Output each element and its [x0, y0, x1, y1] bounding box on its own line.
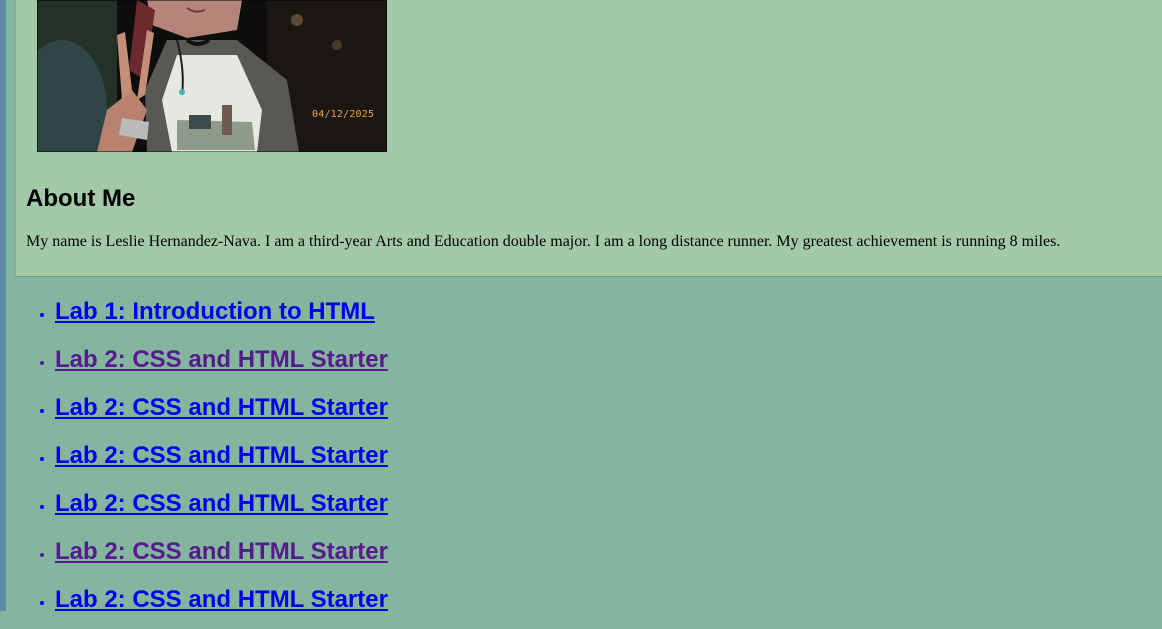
profile-photo-image — [37, 0, 387, 152]
lab-link[interactable]: Lab 2: CSS and HTML Starter — [55, 586, 388, 613]
lab-link[interactable]: Lab 2: CSS and HTML Starter — [55, 346, 388, 373]
lab-list-item: Lab 2: CSS and HTML Starter — [55, 382, 388, 430]
labs-list: Lab 1: Introduction to HTML Lab 2: CSS a… — [0, 286, 388, 622]
lab-list-item: Lab 2: CSS and HTML Starter — [55, 574, 388, 622]
lab-link[interactable]: Lab 2: CSS and HTML Starter — [55, 442, 388, 469]
lab-list-item: Lab 1: Introduction to HTML — [55, 286, 388, 334]
lab-link[interactable]: Lab 1: Introduction to HTML — [55, 298, 375, 325]
photo-date-stamp: 04/12/2025 — [312, 109, 375, 120]
lab-list-item: Lab 2: CSS and HTML Starter — [55, 526, 388, 574]
about-heading: About Me — [26, 185, 136, 212]
profile-photo: 04/12/2025 — [37, 0, 387, 152]
lab-link[interactable]: Lab 2: CSS and HTML Starter — [55, 538, 388, 565]
lab-list-item: Lab 2: CSS and HTML Starter — [55, 478, 388, 526]
lab-link[interactable]: Lab 2: CSS and HTML Starter — [55, 394, 388, 421]
about-paragraph: My name is Leslie Hernandez-Nava. I am a… — [26, 233, 1061, 250]
lab-list-item: Lab 2: CSS and HTML Starter — [55, 430, 388, 478]
lab-list-item: Lab 2: CSS and HTML Starter — [55, 334, 388, 382]
about-section: 04/12/2025 About Me My name is Leslie He… — [15, 0, 1162, 277]
lab-link[interactable]: Lab 2: CSS and HTML Starter — [55, 490, 388, 517]
